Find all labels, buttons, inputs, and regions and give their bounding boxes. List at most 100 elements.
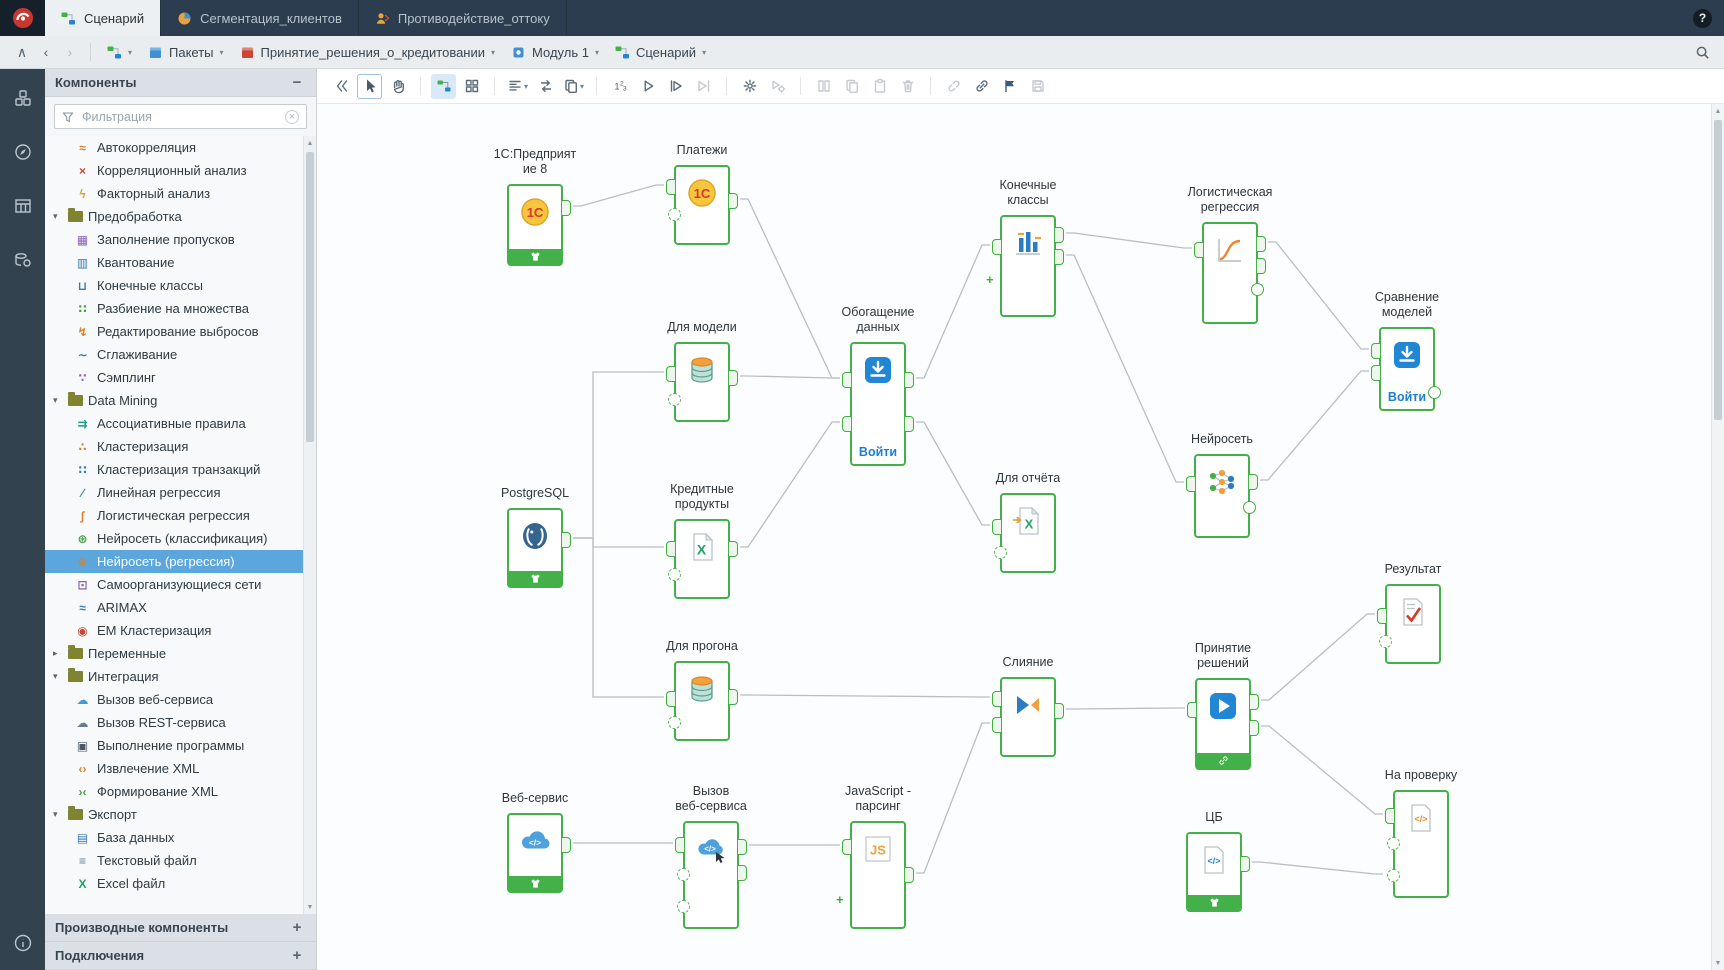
node-neural[interactable]	[1186, 454, 1258, 538]
output-port[interactable]	[1055, 227, 1064, 243]
output-port[interactable]	[729, 689, 738, 705]
breadcrumb-1[interactable]: Принятие_решения_о_кредитовании ▾	[232, 39, 503, 65]
output-port[interactable]	[562, 532, 571, 548]
tree-scrollbar[interactable]: ▲ ▼	[303, 136, 316, 914]
input-port[interactable]	[666, 691, 675, 707]
canvas-scrollbar[interactable]: ▲ ▼	[1711, 104, 1724, 970]
output-port[interactable]	[562, 837, 571, 853]
node-src1c[interactable]: 1С	[507, 184, 571, 266]
output-port[interactable]	[1249, 474, 1258, 490]
input-port[interactable]	[666, 179, 675, 195]
tree-item[interactable]: ⇉ Ассоциативные правила	[45, 412, 303, 435]
tree-item[interactable]: ⊛ Нейросеть (классификация)	[45, 527, 303, 550]
tree-item[interactable]: ≈ Автокорреляция	[45, 136, 303, 159]
scenario-canvas[interactable]: 1С:Предприят ие 8 1С Платежи 1С Для модели Po…	[317, 104, 1724, 970]
input-port[interactable]	[1187, 702, 1196, 718]
scroll-up-icon[interactable]: ▲	[304, 136, 316, 150]
node-result[interactable]	[1377, 584, 1441, 664]
input-port[interactable]	[992, 239, 1001, 255]
input-port[interactable]	[675, 837, 684, 853]
tree-item[interactable]: ▥ Квантование	[45, 251, 303, 274]
breadcrumb-2[interactable]: Модуль 1 ▾	[503, 39, 607, 65]
chevron-right-icon[interactable]: ▸	[53, 648, 63, 659]
tree-item[interactable]: ∵ Сэмплинг	[45, 366, 303, 389]
chevron-down-icon[interactable]: ▾	[53, 671, 63, 682]
tree-folder[interactable]: ▸ Переменные	[45, 642, 303, 665]
tree-item[interactable]: X Excel файл	[45, 872, 303, 895]
tab-0[interactable]: Сценарий	[45, 0, 162, 36]
input-port[interactable]	[666, 366, 675, 382]
input-port[interactable]	[666, 541, 675, 557]
node-classes[interactable]: +	[986, 215, 1064, 317]
add-comment-button[interactable]	[997, 74, 1022, 99]
node-credit[interactable]: X	[666, 519, 738, 599]
output-port[interactable]	[905, 867, 914, 883]
input-port[interactable]	[842, 839, 851, 855]
optional-input-port[interactable]	[1379, 635, 1392, 648]
scrollbar-thumb[interactable]	[1714, 120, 1722, 420]
create-link-button[interactable]	[969, 74, 994, 99]
node-logistic[interactable]	[1194, 222, 1266, 324]
help-button[interactable]: ?	[1693, 8, 1712, 28]
tree-item[interactable]: ▤ База данных	[45, 826, 303, 849]
tree-folder[interactable]: ▾ Интеграция	[45, 665, 303, 688]
node-jsparse[interactable]: JS +	[836, 821, 914, 929]
node-formodel[interactable]	[666, 342, 738, 422]
run-node-button[interactable]	[635, 74, 660, 99]
clear-filter-button[interactable]: ×	[285, 109, 299, 124]
optional-input-port[interactable]	[668, 208, 681, 221]
tree-item[interactable]: ∴ Кластеризация	[45, 435, 303, 458]
input-port[interactable]	[1194, 242, 1203, 258]
tree-item[interactable]: × Корреляционный анализ	[45, 159, 303, 182]
output-port[interactable]	[738, 865, 747, 881]
output-port[interactable]	[1250, 694, 1259, 710]
output-port[interactable]	[729, 541, 738, 557]
grid-layout-button[interactable]	[459, 74, 484, 99]
select-tool-button[interactable]	[357, 73, 382, 99]
optional-input-port[interactable]	[668, 716, 681, 729]
scenario-layout-button[interactable]	[431, 73, 456, 99]
filter-input[interactable]	[80, 108, 279, 125]
node-report[interactable]: X	[992, 493, 1056, 573]
tree-item[interactable]: ☁ Вызов веб-сервиса	[45, 688, 303, 711]
run-to-node-button[interactable]	[691, 74, 716, 99]
view-output-port[interactable]	[1428, 386, 1441, 399]
input-port[interactable]	[992, 519, 1001, 535]
components-rail-button[interactable]	[8, 83, 38, 113]
tree-item[interactable]: ∕ Линейная регрессия	[45, 481, 303, 504]
tree-folder[interactable]: ▾ Экспорт	[45, 803, 303, 826]
app-logo[interactable]	[0, 0, 45, 36]
node-forrun[interactable]	[666, 661, 738, 741]
collapse-panel-button[interactable]: −	[288, 74, 306, 91]
node-enrich[interactable]: Войти	[842, 342, 914, 466]
connections-section[interactable]: Подключения +	[45, 942, 316, 970]
delete-button[interactable]	[895, 74, 920, 99]
optional-input-port[interactable]	[1387, 837, 1400, 850]
tree-item[interactable]: ≈ ARIMAX	[45, 596, 303, 619]
tree-item[interactable]: ϟ Факторный анализ	[45, 182, 303, 205]
renumber-nodes-button[interactable]: 123	[607, 74, 632, 99]
chevron-down-icon[interactable]: ▾	[53, 809, 63, 820]
output-port[interactable]	[729, 193, 738, 209]
optional-input-port[interactable]	[1387, 869, 1400, 882]
info-rail-button[interactable]	[8, 928, 38, 958]
input-port[interactable]	[992, 691, 1001, 707]
copy-branch-button[interactable]: ▾	[561, 74, 586, 99]
expand-derived-button[interactable]: +	[288, 919, 306, 936]
breadcrumb-0[interactable]: Пакеты ▾	[140, 39, 232, 65]
input-port[interactable]	[842, 372, 851, 388]
optional-input-port[interactable]	[668, 568, 681, 581]
derived-components-section[interactable]: Производные компоненты +	[45, 914, 316, 942]
input-port[interactable]	[1385, 808, 1394, 824]
node-payments[interactable]: 1С	[666, 165, 738, 245]
tab-1[interactable]: Сегментация_клиентов	[161, 0, 359, 36]
output-port[interactable]	[905, 372, 914, 388]
output-port[interactable]	[1257, 258, 1266, 274]
output-port[interactable]	[1257, 236, 1266, 252]
tree-item[interactable]: ☁ Вызов REST-сервиса	[45, 711, 303, 734]
input-port[interactable]	[1377, 608, 1386, 624]
node-merge[interactable]	[992, 677, 1064, 757]
tree-folder[interactable]: ▾ Data Mining	[45, 389, 303, 412]
tables-rail-button[interactable]	[8, 191, 38, 221]
tab-2[interactable]: Противодействие_оттоку	[359, 0, 567, 36]
